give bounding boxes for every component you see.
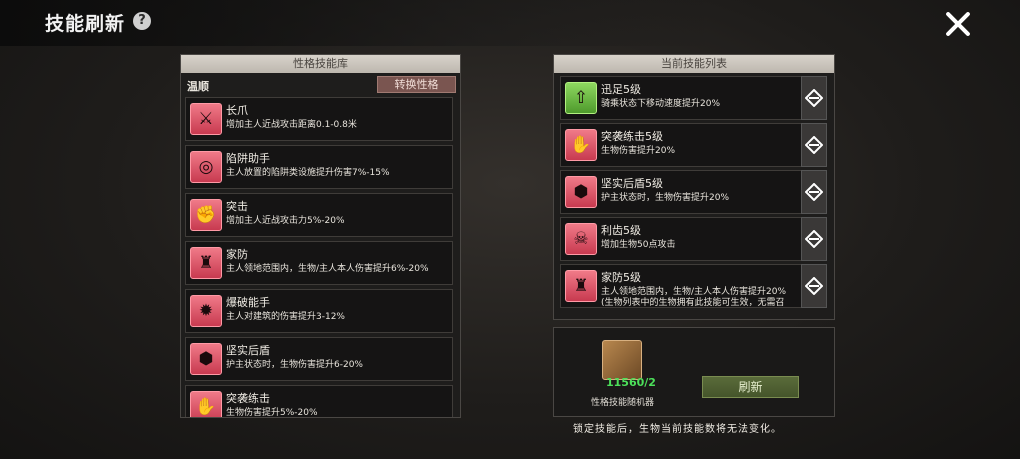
skill-name: 坚实后盾 xyxy=(226,344,270,357)
current-skill-item[interactable]: ✋ 突袭练击5级生物伤害提升20% xyxy=(560,123,802,167)
skill-name: 突袭练击5级 xyxy=(601,130,663,143)
skill-item[interactable]: ♜ 家防主人领地范围内，生物/主人本人伤害提升6%-20% xyxy=(185,241,453,285)
top-bar: 技能刷新 ? xyxy=(0,0,1020,46)
current-skill-list: 当前技能列表 ⇧ 迅足5级骑乘状态下移动速度提升20% ✋ 突袭练击5级生物伤害提升2… xyxy=(553,54,835,320)
swap-arrow-icon xyxy=(805,136,823,154)
swap-arrow-button[interactable] xyxy=(801,264,827,308)
claw-icon: ⚔ xyxy=(190,103,222,135)
skill-name: 家防5级 xyxy=(601,271,641,284)
skill-desc: 主人放置的陷阱类设施提升伤害7%-15% xyxy=(226,168,390,178)
swap-arrow-button[interactable] xyxy=(801,170,827,214)
speed-icon: ⇧ xyxy=(565,82,597,114)
page-title: 技能刷新 xyxy=(45,13,126,35)
fang-icon: ☠ xyxy=(565,223,597,255)
skill-desc: 主人领地范围内，生物/主人本人伤害提升20% xyxy=(601,287,787,297)
skill-name: 坚实后盾5级 xyxy=(601,177,663,190)
current-skill-item[interactable]: ⇧ 迅足5级骑乘状态下移动速度提升20% xyxy=(560,76,802,120)
current-skill-row: ⬢ 坚实后盾5级护主状态时，生物伤害提升20% xyxy=(554,170,834,214)
bomb-icon: ✹ xyxy=(190,295,222,327)
shield-icon: ⬢ xyxy=(190,343,222,375)
skill-name: 突袭练击 xyxy=(226,392,270,405)
close-icon[interactable] xyxy=(942,8,974,40)
item-count: 11560/2 xyxy=(606,376,656,389)
current-skill-row: ♜ 家防5级主人领地范围内，生物/主人本人伤害提升20% (生物列表中的生物拥有此技… xyxy=(554,264,834,308)
personality-label: 温顺 xyxy=(187,80,209,93)
current-skill-item[interactable]: ☠ 利齿5级增加生物50点攻击 xyxy=(560,217,802,261)
swap-arrow-icon xyxy=(805,230,823,248)
skill-name: 利齿5级 xyxy=(601,224,641,237)
skill-item[interactable]: ⚔ 长爪增加主人近战攻击距离0.1-0.8米 xyxy=(185,97,453,141)
personality-row: 温顺 转换性格 xyxy=(181,73,460,97)
current-skill-row: ✋ 突袭练击5级生物伤害提升20% xyxy=(554,123,834,167)
skill-item[interactable]: ✋ 突袭练击生物伤害提升5%-20% xyxy=(185,385,453,418)
refresh-box: 11560/2 性格技能随机器 刷新 xyxy=(553,327,835,417)
skill-item[interactable]: ◎ 陷阱助手主人放置的陷阱类设施提升伤害7%-15% xyxy=(185,145,453,189)
shield-icon: ⬢ xyxy=(565,176,597,208)
skill-desc: 增加生物50点攻击 xyxy=(601,240,676,250)
current-skill-row: ⇧ 迅足5级骑乘状态下移动速度提升20% xyxy=(554,76,834,120)
skill-desc: 护主状态时，生物伤害提升20% xyxy=(601,193,730,203)
skill-desc: 增加主人近战攻击距离0.1-0.8米 xyxy=(226,120,357,130)
panel-header: 当前技能列表 xyxy=(554,55,834,73)
trap-icon: ◎ xyxy=(190,151,222,183)
panel-header: 性格技能库 xyxy=(181,55,460,73)
skill-name: 陷阱助手 xyxy=(226,152,270,165)
skill-name: 爆破能手 xyxy=(226,296,270,309)
footer-note: 锁定技能后，生物当前技能数将无法变化。 xyxy=(573,424,782,435)
skill-desc: 生物伤害提升5%-20% xyxy=(226,408,318,418)
swap-arrow-button[interactable] xyxy=(801,217,827,261)
switch-personality-button[interactable]: 转换性格 xyxy=(377,76,456,93)
skill-name: 迅足5级 xyxy=(601,83,641,96)
skill-desc: 骑乘状态下移动速度提升20% xyxy=(601,99,721,109)
skill-item[interactable]: ⬢ 坚实后盾护主状态时，生物伤害提升6-20% xyxy=(185,337,453,381)
current-skill-row: ☠ 利齿5级增加生物50点攻击 xyxy=(554,217,834,261)
assault-icon: ✊ xyxy=(190,199,222,231)
paw-icon: ✋ xyxy=(565,129,597,161)
skill-item[interactable]: ✊ 突击增加主人近战攻击力5%-20% xyxy=(185,193,453,237)
swap-arrow-icon xyxy=(805,183,823,201)
current-skill-item[interactable]: ♜ 家防5级主人领地范围内，生物/主人本人伤害提升20% (生物列表中的生物拥有此技… xyxy=(560,264,802,308)
skill-desc: 生物伤害提升20% xyxy=(601,146,676,156)
current-skills: ⇧ 迅足5级骑乘状态下移动速度提升20% ✋ 突袭练击5级生物伤害提升20% ⬢ 坚实后盾… xyxy=(554,76,834,308)
current-skill-item[interactable]: ⬢ 坚实后盾5级护主状态时，生物伤害提升20% xyxy=(560,170,802,214)
skill-desc: 主人对建筑的伤害提升3-12% xyxy=(226,312,345,322)
skill-name: 长爪 xyxy=(226,104,248,117)
paw-icon: ✋ xyxy=(190,391,222,417)
swap-arrow-icon xyxy=(805,89,823,107)
skill-desc: 护主状态时，生物伤害提升6-20% xyxy=(226,360,363,370)
skill-name: 家防 xyxy=(226,248,248,261)
tower-icon: ♜ xyxy=(190,247,222,279)
personality-skill-library: 性格技能库 温顺 转换性格 ⚔ 长爪增加主人近战攻击距离0.1-0.8米 ◎ 陷阱助手… xyxy=(180,54,461,418)
skill-desc-extra: (生物列表中的生物拥有此技能可生效，无需召 xyxy=(601,298,785,308)
skill-desc: 主人领地范围内，生物/主人本人伤害提升6%-20% xyxy=(226,264,429,274)
tower-icon: ♜ xyxy=(565,270,597,302)
skill-name: 突击 xyxy=(226,200,248,213)
skill-desc: 增加主人近战攻击力5%-20% xyxy=(226,216,345,226)
swap-arrow-icon xyxy=(805,277,823,295)
skill-item[interactable]: ✹ 爆破能手主人对建筑的伤害提升3-12% xyxy=(185,289,453,333)
randomizer-chest-icon xyxy=(602,340,642,380)
swap-arrow-button[interactable] xyxy=(801,123,827,167)
skill-library-list[interactable]: ⚔ 长爪增加主人近战攻击距离0.1-0.8米 ◎ 陷阱助手主人放置的陷阱类设施提升伤害… xyxy=(181,97,460,418)
item-label: 性格技能随机器 xyxy=(591,398,655,408)
help-icon[interactable]: ? xyxy=(133,12,151,30)
swap-arrow-button[interactable] xyxy=(801,76,827,120)
refresh-button[interactable]: 刷新 xyxy=(702,376,799,398)
